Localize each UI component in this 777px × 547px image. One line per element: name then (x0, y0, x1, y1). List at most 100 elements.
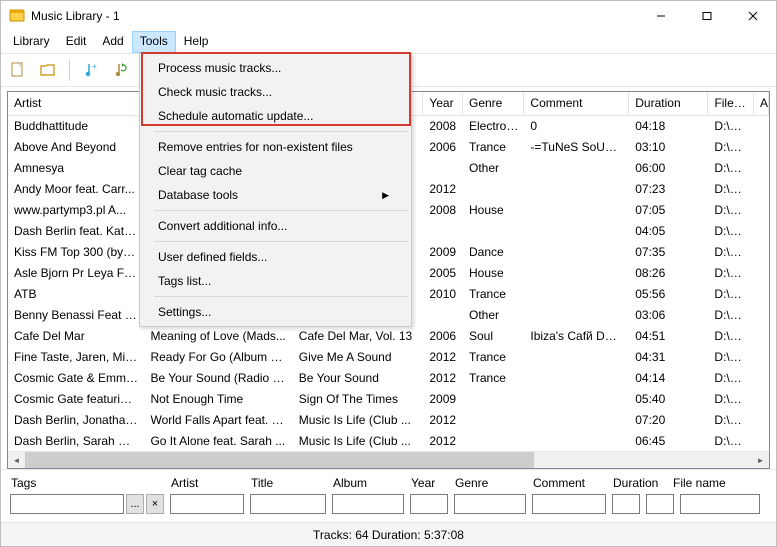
cell: D:\Mu... (708, 179, 754, 200)
filter-bar: Tags Artist Title Album Year Genre Comme… (1, 469, 776, 522)
col-filename[interactable]: Filen... (708, 92, 754, 115)
cell: Dash Berlin, Jonathan M... (8, 410, 144, 431)
menu-remove-entries[interactable]: Remove entries for non-existent files (142, 135, 409, 159)
filter-year-input[interactable] (410, 494, 448, 514)
cell (754, 116, 769, 137)
col-audio[interactable]: A (754, 92, 769, 115)
cell (754, 368, 769, 389)
menu-database-tools[interactable]: Database tools ▶ (142, 183, 409, 207)
filter-tags-input[interactable] (10, 494, 124, 514)
cell: 2008 (423, 200, 463, 221)
col-year[interactable]: Year (423, 92, 463, 115)
close-button[interactable] (730, 1, 776, 31)
filter-filename-input[interactable] (680, 494, 760, 514)
refresh-note-icon[interactable] (110, 59, 132, 81)
menu-edit[interactable]: Edit (58, 31, 95, 53)
menu-tags-list[interactable]: Tags list... (142, 269, 409, 293)
chevron-right-icon: ▶ (382, 190, 389, 201)
menu-user-fields[interactable]: User defined fields... (142, 245, 409, 269)
menu-convert-info[interactable]: Convert additional info... (142, 214, 409, 238)
cell: Ready For Go (Album E... (144, 347, 292, 368)
menu-schedule-update[interactable]: Schedule automatic update... (142, 104, 409, 128)
table-row[interactable]: Dash Berlin, Jonathan M...World Falls Ap… (8, 410, 769, 431)
cell: 2006 (423, 326, 463, 347)
filter-comment-input[interactable] (532, 494, 606, 514)
cell: Trance (463, 368, 524, 389)
maximize-button[interactable] (684, 1, 730, 31)
scrollbar-thumb[interactable] (25, 452, 534, 469)
scroll-left-icon[interactable]: ◄ (8, 452, 25, 469)
filter-artist-input[interactable] (170, 494, 244, 514)
col-comment[interactable]: Comment (524, 92, 629, 115)
minimize-button[interactable] (638, 1, 684, 31)
filter-duration-min-input[interactable] (612, 494, 640, 514)
cell (463, 221, 524, 242)
horizontal-scrollbar[interactable]: ◄ ► (8, 451, 769, 468)
cell: 2012 (423, 410, 463, 431)
cell: World Falls Apart feat. J... (144, 410, 292, 431)
filter-duration-max-input[interactable] (646, 494, 674, 514)
filter-genre-input[interactable] (454, 494, 526, 514)
cell (524, 410, 629, 431)
cell (754, 242, 769, 263)
filter-tags-clear-button[interactable]: × (146, 494, 164, 514)
menu-clear-tag-cache[interactable]: Clear tag cache (142, 159, 409, 183)
menu-separator (154, 241, 408, 242)
table-row[interactable]: Cosmic Gate & Emma ...Be Your Sound (Rad… (8, 368, 769, 389)
filter-label-genre: Genre (451, 474, 529, 492)
cell (463, 389, 524, 410)
cell: ATB (8, 284, 144, 305)
cell: 2008 (423, 116, 463, 137)
menu-add[interactable]: Add (94, 31, 131, 53)
cell (754, 284, 769, 305)
menu-separator (154, 296, 408, 297)
cell: Be Your Sound (293, 368, 424, 389)
open-folder-icon[interactable] (37, 59, 59, 81)
col-duration[interactable]: Duration (629, 92, 708, 115)
cell: -=TuNeS SoUnDs... (524, 137, 629, 158)
filter-title-input[interactable] (250, 494, 326, 514)
cell: House (463, 263, 524, 284)
menu-settings[interactable]: Settings... (142, 300, 409, 324)
table-row[interactable]: Fine Taste, Jaren, Mitisk...Ready For Go… (8, 347, 769, 368)
cell: D:\Mu... (708, 158, 754, 179)
cell: D:\Mu... (708, 137, 754, 158)
add-note-icon[interactable]: + (80, 59, 102, 81)
cell: Electroni... (463, 116, 524, 137)
cell: 04:31 (629, 347, 708, 368)
cell: Amnesya (8, 158, 144, 179)
table-row[interactable]: Cafe Del MarMeaning of Love (Mads...Cafe… (8, 326, 769, 347)
col-artist[interactable]: Artist (8, 92, 144, 115)
cell: D:\Mu... (708, 116, 754, 137)
table-row[interactable]: Cosmic Gate featuring E...Not Enough Tim… (8, 389, 769, 410)
cell (423, 158, 463, 179)
menu-tools[interactable]: Tools (132, 31, 176, 53)
scroll-right-icon[interactable]: ► (752, 452, 769, 469)
cell: Dance (463, 242, 524, 263)
table-row[interactable]: Dash Berlin, Sarah Howe...Go It Alone fe… (8, 431, 769, 451)
cell: 2009 (423, 389, 463, 410)
cell: 03:10 (629, 137, 708, 158)
menu-help[interactable]: Help (176, 31, 217, 53)
cell (524, 284, 629, 305)
filter-tags-browse-button[interactable]: ... (126, 494, 144, 514)
cell (524, 347, 629, 368)
cell: 03:06 (629, 305, 708, 326)
menu-check-tracks[interactable]: Check music tracks... (142, 80, 409, 104)
cell: 05:40 (629, 389, 708, 410)
status-text: Tracks: 64 Duration: 5:37:08 (313, 528, 464, 542)
cell (423, 221, 463, 242)
cell: Trance (463, 137, 524, 158)
cell: Other (463, 305, 524, 326)
cell: D:\Mu... (708, 242, 754, 263)
col-genre[interactable]: Genre (463, 92, 524, 115)
cell: Buddhattitude (8, 116, 144, 137)
menu-library[interactable]: Library (5, 31, 58, 53)
menu-database-tools-label: Database tools (158, 188, 238, 202)
cell: Other (463, 158, 524, 179)
filter-album-input[interactable] (332, 494, 404, 514)
new-file-icon[interactable] (7, 59, 29, 81)
cell: D:\Mu... (708, 200, 754, 221)
cell: Above And Beyond (8, 137, 144, 158)
menu-process-tracks[interactable]: Process music tracks... (142, 56, 409, 80)
